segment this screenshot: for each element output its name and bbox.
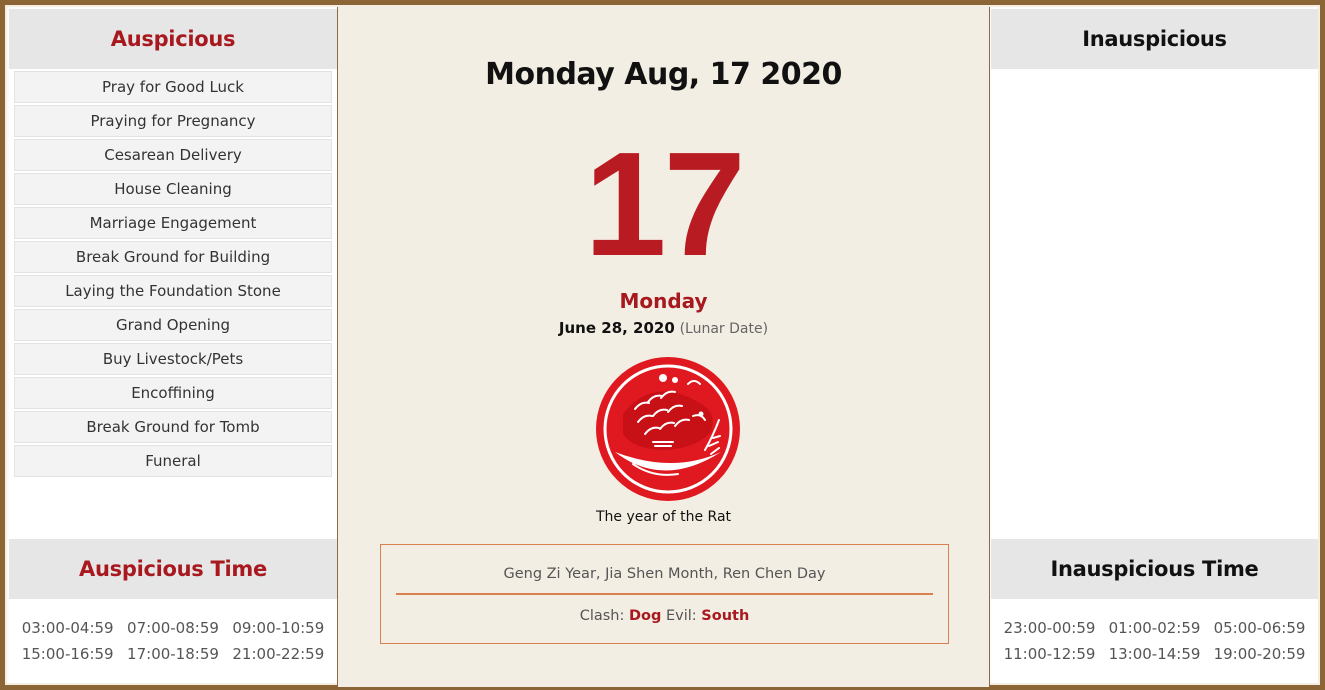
ganzhi-info-box: Geng Zi Year, Jia Shen Month, Ren Chen D… <box>380 544 949 644</box>
auspicious-time-section: Auspicious Time 03:00-04:59 07:00-08:59 … <box>9 539 337 683</box>
auspicious-heading: Auspicious <box>9 9 337 69</box>
time-slot: 17:00-18:59 <box>127 645 219 663</box>
auspicious-item[interactable]: Funeral <box>14 445 332 477</box>
auspicious-item[interactable]: Break Ground for Tomb <box>14 411 332 443</box>
clash-value: Dog <box>629 608 662 624</box>
ganzhi-divider <box>396 593 933 595</box>
auspicious-item[interactable]: House Cleaning <box>14 173 332 205</box>
inauspicious-heading: Inauspicious <box>991 9 1318 69</box>
lunar-date-note: (Lunar Date) <box>679 321 769 337</box>
inauspicious-time-grid: 23:00-00:59 01:00-02:59 05:00-06:59 11:0… <box>991 599 1318 663</box>
auspicious-list: Pray for Good Luck Praying for Pregnancy… <box>9 69 337 477</box>
auspicious-column: Auspicious Pray for Good Luck Praying fo… <box>9 9 337 683</box>
inauspicious-list <box>991 69 1318 71</box>
inauspicious-time-heading: Inauspicious Time <box>991 539 1318 599</box>
auspicious-item[interactable]: Cesarean Delivery <box>14 139 332 171</box>
time-slot: 07:00-08:59 <box>127 619 219 637</box>
date-detail-column: Monday Aug, 17 2020 17 Monday June 28, 2… <box>337 7 990 687</box>
auspicious-item[interactable]: Encoffining <box>14 377 332 409</box>
auspicious-item[interactable]: Buy Livestock/Pets <box>14 343 332 375</box>
evil-value: South <box>701 608 750 624</box>
calendar-frame: Auspicious Pray for Good Luck Praying fo… <box>5 5 1320 687</box>
time-slot: 15:00-16:59 <box>21 645 114 663</box>
time-slot: 05:00-06:59 <box>1213 619 1306 637</box>
time-slot: 21:00-22:59 <box>232 645 325 663</box>
auspicious-time-grid: 03:00-04:59 07:00-08:59 09:00-10:59 15:0… <box>9 599 337 663</box>
time-slot: 23:00-00:59 <box>1003 619 1096 637</box>
lunar-date: June 28, 2020 (Lunar Date) <box>338 319 989 337</box>
clash-label: Clash: <box>579 608 625 624</box>
time-slot: 09:00-10:59 <box>232 619 325 637</box>
clash-evil-line: Clash: Dog Evil: South <box>381 608 948 624</box>
time-slot: 19:00-20:59 <box>1213 645 1306 663</box>
auspicious-item[interactable]: Break Ground for Building <box>14 241 332 273</box>
time-slot: 11:00-12:59 <box>1003 645 1096 663</box>
auspicious-time-heading: Auspicious Time <box>9 539 337 599</box>
lunar-date-value: June 28, 2020 <box>558 319 675 337</box>
inauspicious-time-section: Inauspicious Time 23:00-00:59 01:00-02:5… <box>991 539 1318 683</box>
zodiac-caption: The year of the Rat <box>595 509 732 525</box>
inauspicious-column: Inauspicious Inauspicious Time 23:00-00:… <box>991 9 1318 683</box>
evil-label: Evil: <box>666 608 697 624</box>
auspicious-item[interactable]: Marriage Engagement <box>14 207 332 239</box>
time-slot: 03:00-04:59 <box>21 619 114 637</box>
auspicious-item[interactable]: Praying for Pregnancy <box>14 105 332 137</box>
auspicious-item[interactable]: Pray for Good Luck <box>14 71 332 103</box>
full-date-title: Monday Aug, 17 2020 <box>485 57 842 92</box>
auspicious-item[interactable]: Laying the Foundation Stone <box>14 275 332 307</box>
rat-papercut-icon <box>593 354 743 504</box>
time-slot: 01:00-02:59 <box>1108 619 1201 637</box>
weekday-label: Monday <box>619 289 708 313</box>
day-number: 17 <box>584 122 746 287</box>
auspicious-item[interactable]: Grand Opening <box>14 309 332 341</box>
ganzhi-text: Geng Zi Year, Jia Shen Month, Ren Chen D… <box>503 566 826 582</box>
time-slot: 13:00-14:59 <box>1108 645 1201 663</box>
